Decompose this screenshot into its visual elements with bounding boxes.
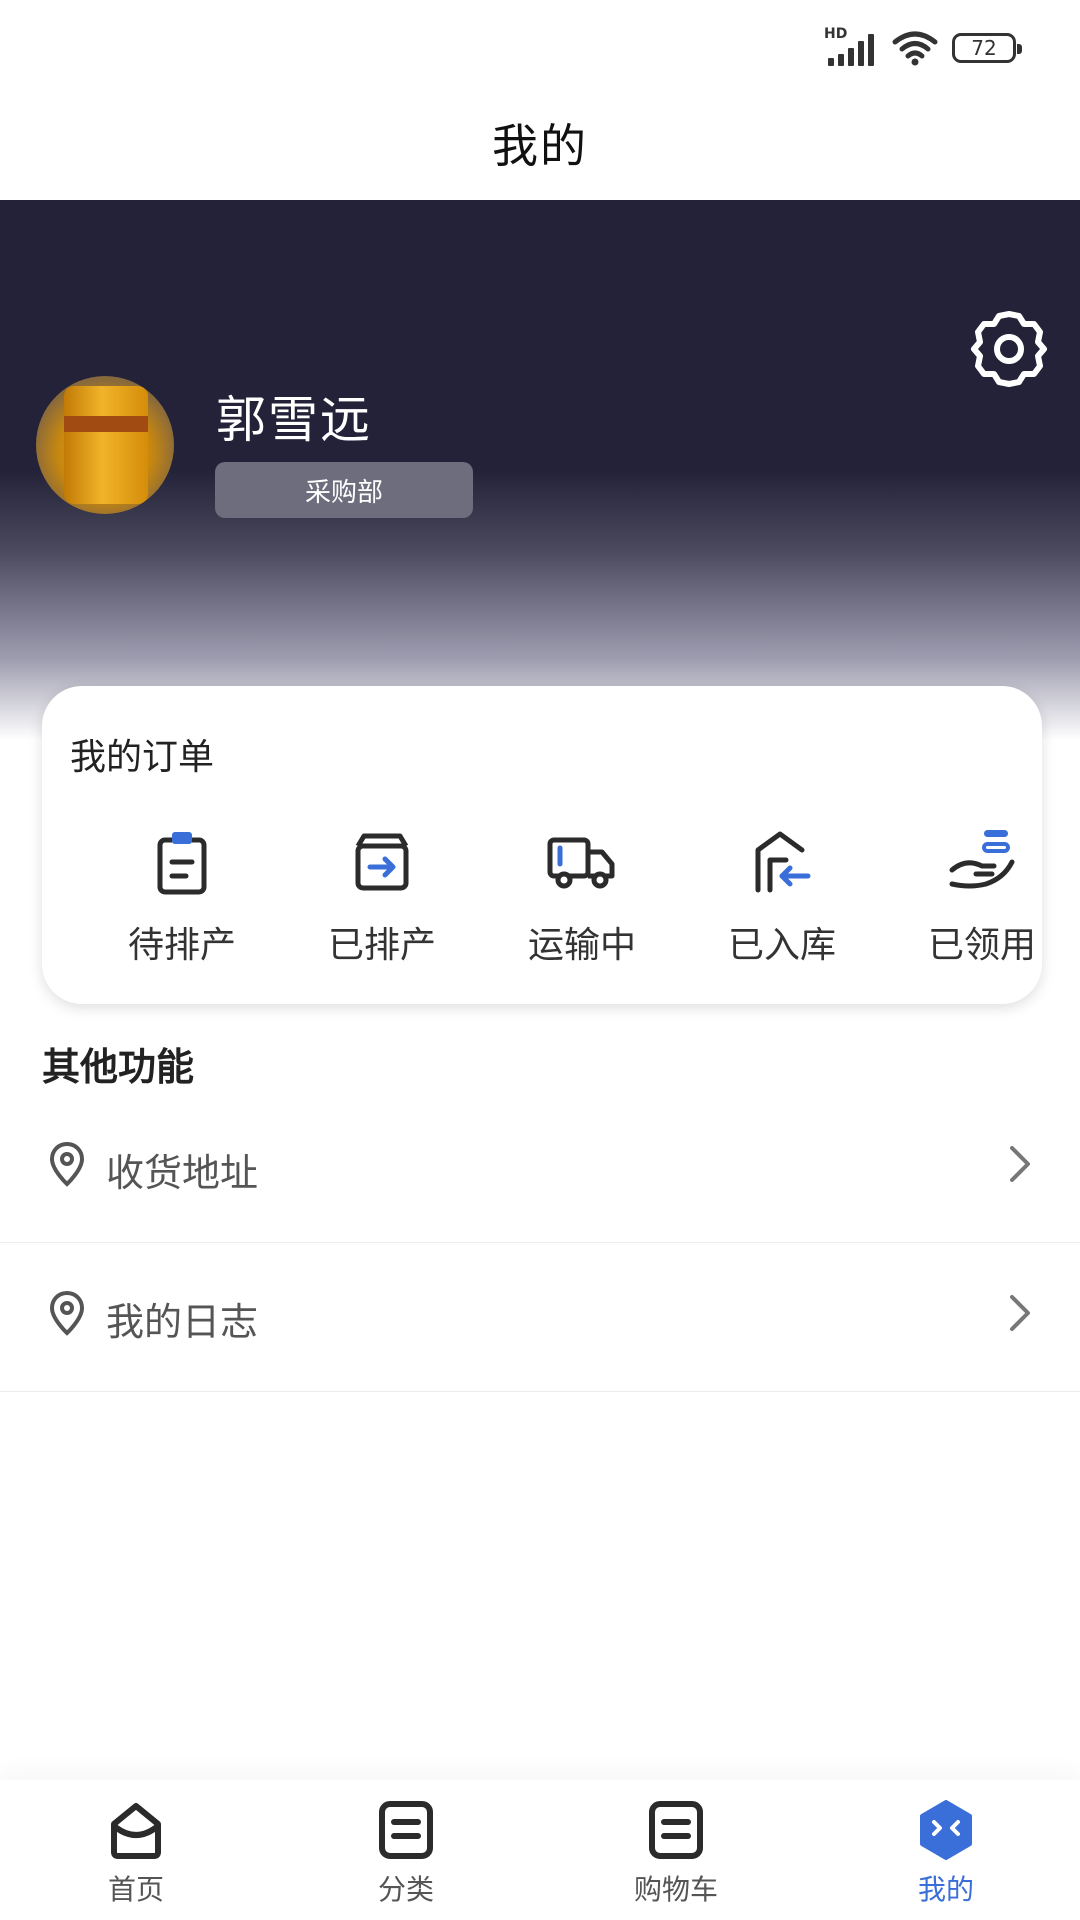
location-pin-icon	[49, 1290, 85, 1336]
department-badge: 采购部	[215, 462, 473, 518]
status-icons: HD 72	[824, 26, 1022, 66]
profile-header: 郭雪远 采购部	[0, 200, 1080, 740]
gear-icon	[971, 311, 1047, 387]
tab-label: 我的	[917, 1873, 974, 1906]
order-label: 已领用	[927, 925, 1036, 966]
menu-item-label: 收货地址	[106, 1151, 259, 1195]
warehouse-icon	[755, 831, 811, 893]
battery-icon: 72	[952, 33, 1022, 63]
box-arrow-icon	[355, 833, 409, 891]
tab-home[interactable]: 首页	[36, 1780, 236, 1920]
avatar-can-graphic	[64, 386, 148, 504]
other-functions-title: 其他功能	[42, 1045, 195, 1089]
category-icon	[379, 1801, 433, 1859]
truck-icon	[547, 837, 615, 889]
chevron-right-icon	[1010, 1146, 1030, 1182]
order-label: 运输中	[527, 925, 636, 966]
hand-receive-icon	[949, 830, 1015, 889]
order-label: 已入库	[727, 925, 836, 966]
order-label: 已排产	[327, 925, 436, 966]
settings-button[interactable]	[968, 308, 1050, 390]
order-status-scheduled[interactable]: 已排产	[282, 826, 482, 976]
tab-mine[interactable]: 我的	[846, 1780, 1046, 1920]
order-status-in-transit[interactable]: 运输中	[482, 826, 682, 976]
orders-title: 我的订单	[70, 737, 215, 778]
menu-item-shipping-address[interactable]: 收货地址	[0, 1094, 1080, 1243]
tab-category[interactable]: 分类	[306, 1780, 506, 1920]
tab-cart[interactable]: 购物车	[576, 1780, 776, 1920]
wifi-icon	[892, 31, 938, 66]
clipboard-icon	[157, 832, 207, 895]
location-pin-icon	[49, 1141, 85, 1187]
user-name: 郭雪远	[216, 391, 372, 449]
order-status-pending-production[interactable]: 待排产	[82, 826, 282, 976]
tab-label: 分类	[377, 1873, 434, 1906]
chevron-right-icon	[1010, 1295, 1030, 1331]
signal-icon: HD	[824, 26, 878, 66]
avatar-can-label-band	[64, 416, 148, 432]
order-status-received[interactable]: 已领用	[882, 826, 1080, 976]
order-status-warehoused[interactable]: 已入库	[682, 826, 882, 976]
bottom-tab-bar: 首页 分类 购物车 我的	[0, 1780, 1080, 1920]
profile-icon	[920, 1800, 972, 1860]
tab-label: 购物车	[633, 1873, 718, 1906]
order-label: 待排产	[127, 925, 236, 966]
department-label: 采购部	[304, 477, 383, 508]
avatar[interactable]	[36, 376, 174, 514]
page-title: 我的	[492, 119, 588, 173]
cart-icon	[649, 1801, 703, 1859]
status-bar: HD 72	[0, 0, 1080, 100]
my-orders-card: 我的订单 待排产 已排产 运输中 已入库 已领用	[42, 686, 1042, 1004]
tab-label: 首页	[107, 1873, 164, 1906]
menu-item-my-log[interactable]: 我的日志	[0, 1243, 1080, 1392]
battery-level: 72	[971, 36, 997, 60]
menu-item-label: 我的日志	[106, 1300, 259, 1344]
title-bar: 我的	[0, 100, 1080, 200]
home-icon	[111, 1803, 161, 1859]
